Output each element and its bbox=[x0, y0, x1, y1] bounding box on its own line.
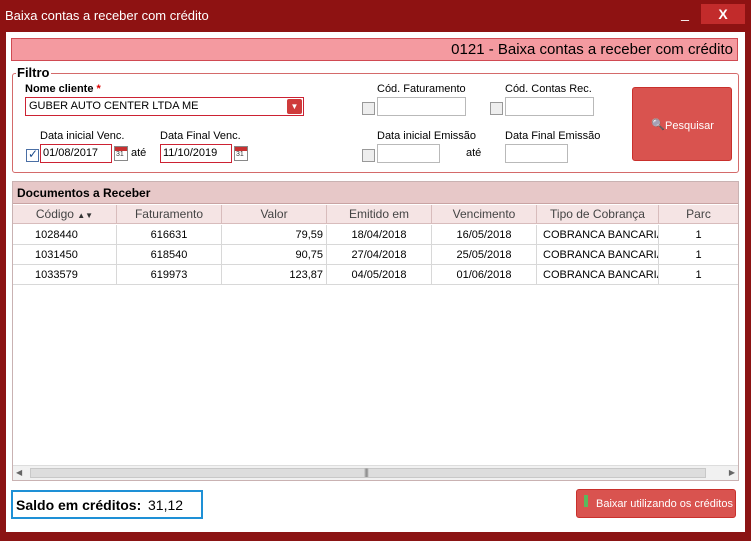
cod-faturamento-input[interactable] bbox=[377, 97, 466, 116]
column-header-emitido[interactable]: Emitido em bbox=[327, 205, 432, 224]
column-header-faturamento[interactable]: Faturamento bbox=[117, 205, 222, 224]
page-title: 0121 - Baixa contas a receber com crédit… bbox=[451, 41, 733, 58]
nome-cliente-value: GUBER AUTO CENTER LTDA ME bbox=[29, 100, 199, 112]
data-inicial-emissao-input[interactable] bbox=[377, 144, 440, 163]
cell-emitido: 18/04/2018 bbox=[327, 225, 432, 245]
filter-group: Filtro Nome cliente * GUBER AUTO CENTER … bbox=[12, 65, 739, 173]
cell-valor: 90,75 bbox=[222, 245, 327, 265]
cell-parc: 1 bbox=[695, 229, 702, 241]
cod-contas-rec-checkbox[interactable] bbox=[490, 102, 503, 115]
window-title: Baixa contas a receber com crédito bbox=[5, 8, 209, 23]
documents-panel: Documentos a Receber Código ▲▼ Faturamen… bbox=[12, 181, 739, 481]
cell-faturamento: 619973 bbox=[117, 265, 222, 285]
cell-vencimento: 25/05/2018 bbox=[432, 245, 537, 265]
cell-faturamento: 616631 bbox=[117, 225, 222, 245]
title-bar: Baixa contas a receber com crédito _ X bbox=[0, 0, 751, 32]
sort-icon[interactable]: ▲▼ bbox=[77, 211, 93, 220]
cell-codigo: 1031450 bbox=[13, 245, 117, 265]
data-final-venc-value: 11/10/2019 bbox=[163, 147, 218, 159]
table-row[interactable]: 1033579 619973 123,87 04/05/2018 01/06/2… bbox=[13, 265, 738, 285]
column-header-vencimento[interactable]: Vencimento bbox=[432, 205, 537, 224]
scrollbar-thumb[interactable]: ||| bbox=[30, 467, 706, 478]
page-header: 0121 - Baixa contas a receber com crédit… bbox=[11, 38, 738, 61]
cell-vencimento: 01/06/2018 bbox=[432, 265, 537, 285]
close-button[interactable]: X bbox=[701, 4, 745, 24]
calendar-icon[interactable] bbox=[114, 146, 128, 161]
saldo-value: 31,12 bbox=[148, 497, 184, 513]
search-icon: 🔍 bbox=[651, 119, 665, 131]
cod-faturamento-checkbox[interactable] bbox=[362, 102, 375, 115]
filter-legend: Filtro bbox=[16, 65, 51, 80]
baixar-creditos-button[interactable]: Baixar utilizando os créditos bbox=[576, 489, 736, 518]
exclamation-icon bbox=[584, 495, 588, 507]
cell-vencimento: 16/05/2018 bbox=[432, 225, 537, 245]
cell-faturamento: 618540 bbox=[117, 245, 222, 265]
dropdown-arrow-icon[interactable]: ▼ bbox=[287, 99, 302, 114]
data-inicial-emissao-checkbox[interactable] bbox=[362, 149, 375, 162]
cell-emitido: 27/04/2018 bbox=[327, 245, 432, 265]
data-inicial-venc-label: Data inicial Venc. bbox=[40, 130, 125, 142]
nome-cliente-label-text: Nome cliente bbox=[25, 83, 94, 95]
pesquisar-label: Pesquisar bbox=[665, 120, 714, 132]
documents-title: Documentos a Receber bbox=[17, 186, 151, 200]
column-header-codigo[interactable]: Código ▲▼ bbox=[13, 205, 117, 224]
cell-parc: 1 bbox=[695, 249, 702, 261]
data-final-venc-input[interactable]: 11/10/2019 bbox=[160, 144, 232, 163]
column-header-tipo-cobranca[interactable]: Tipo de Cobrança bbox=[537, 205, 659, 224]
table-header: Código ▲▼ Faturamento Valor Emitido em V… bbox=[13, 205, 738, 224]
nome-cliente-label: Nome cliente * bbox=[25, 83, 101, 95]
table-row[interactable]: 1028440 616631 79,59 18/04/2018 16/05/20… bbox=[13, 225, 738, 245]
column-label: Código bbox=[35, 207, 74, 221]
cell-codigo: 1033579 bbox=[13, 265, 117, 285]
table-row[interactable]: 1031450 618540 90,75 27/04/2018 25/05/20… bbox=[13, 245, 738, 265]
data-inicial-venc-value: 01/08/2017 bbox=[43, 147, 99, 159]
cod-faturamento-label: Cód. Faturamento bbox=[377, 83, 466, 95]
pesquisar-button[interactable]: 🔍 Pesquisar bbox=[632, 87, 732, 161]
cell-valor: 123,87 bbox=[222, 265, 327, 285]
saldo-creditos-box: Saldo em créditos: 31,12 bbox=[11, 490, 203, 519]
required-mark: * bbox=[96, 83, 101, 95]
scroll-right-icon[interactable]: ▶ bbox=[729, 468, 735, 477]
ate-emissao-label: até bbox=[466, 147, 482, 159]
minimize-button[interactable]: _ bbox=[672, 6, 698, 24]
documents-title-bar: Documentos a Receber bbox=[13, 182, 738, 204]
data-final-venc-label: Data Final Venc. bbox=[160, 130, 241, 142]
data-final-emissao-input[interactable] bbox=[505, 144, 568, 163]
cod-contas-rec-input[interactable] bbox=[505, 97, 594, 116]
data-final-emissao-label: Data Final Emissão bbox=[505, 130, 601, 142]
column-header-valor[interactable]: Valor bbox=[222, 205, 327, 224]
horizontal-scrollbar[interactable]: ◀ ||| ▶ bbox=[13, 465, 738, 480]
data-inicial-venc-checkbox[interactable] bbox=[26, 147, 39, 162]
scroll-left-icon[interactable]: ◀ bbox=[16, 468, 22, 477]
cod-contas-rec-label: Cód. Contas Rec. bbox=[505, 83, 592, 95]
dialog-body: 0121 - Baixa contas a receber com crédit… bbox=[6, 32, 745, 532]
saldo-label: Saldo em créditos: bbox=[16, 497, 142, 513]
data-inicial-emissao-label: Data inicial Emissão bbox=[377, 130, 477, 142]
data-inicial-venc-input[interactable]: 01/08/2017 bbox=[40, 144, 112, 163]
ate-label: até bbox=[131, 147, 147, 159]
cell-codigo: 1028440 bbox=[13, 225, 117, 245]
calendar-icon[interactable] bbox=[234, 146, 248, 161]
cell-valor: 79,59 bbox=[222, 225, 327, 245]
cell-parc: 1 bbox=[695, 269, 702, 281]
scrollbar-grip-icon: ||| bbox=[364, 467, 369, 477]
cell-tipo-cobranca: COBRANCA BANCARIA bbox=[537, 265, 659, 285]
column-header-parc[interactable]: Parc bbox=[659, 205, 738, 224]
cell-tipo-cobranca: COBRANCA BANCARIA bbox=[537, 225, 659, 245]
cell-emitido: 04/05/2018 bbox=[327, 265, 432, 285]
cell-tipo-cobranca: COBRANCA BANCARIA bbox=[537, 245, 659, 265]
baixar-label: Baixar utilizando os créditos bbox=[596, 498, 733, 510]
nome-cliente-select[interactable]: GUBER AUTO CENTER LTDA ME ▼ bbox=[25, 97, 304, 116]
